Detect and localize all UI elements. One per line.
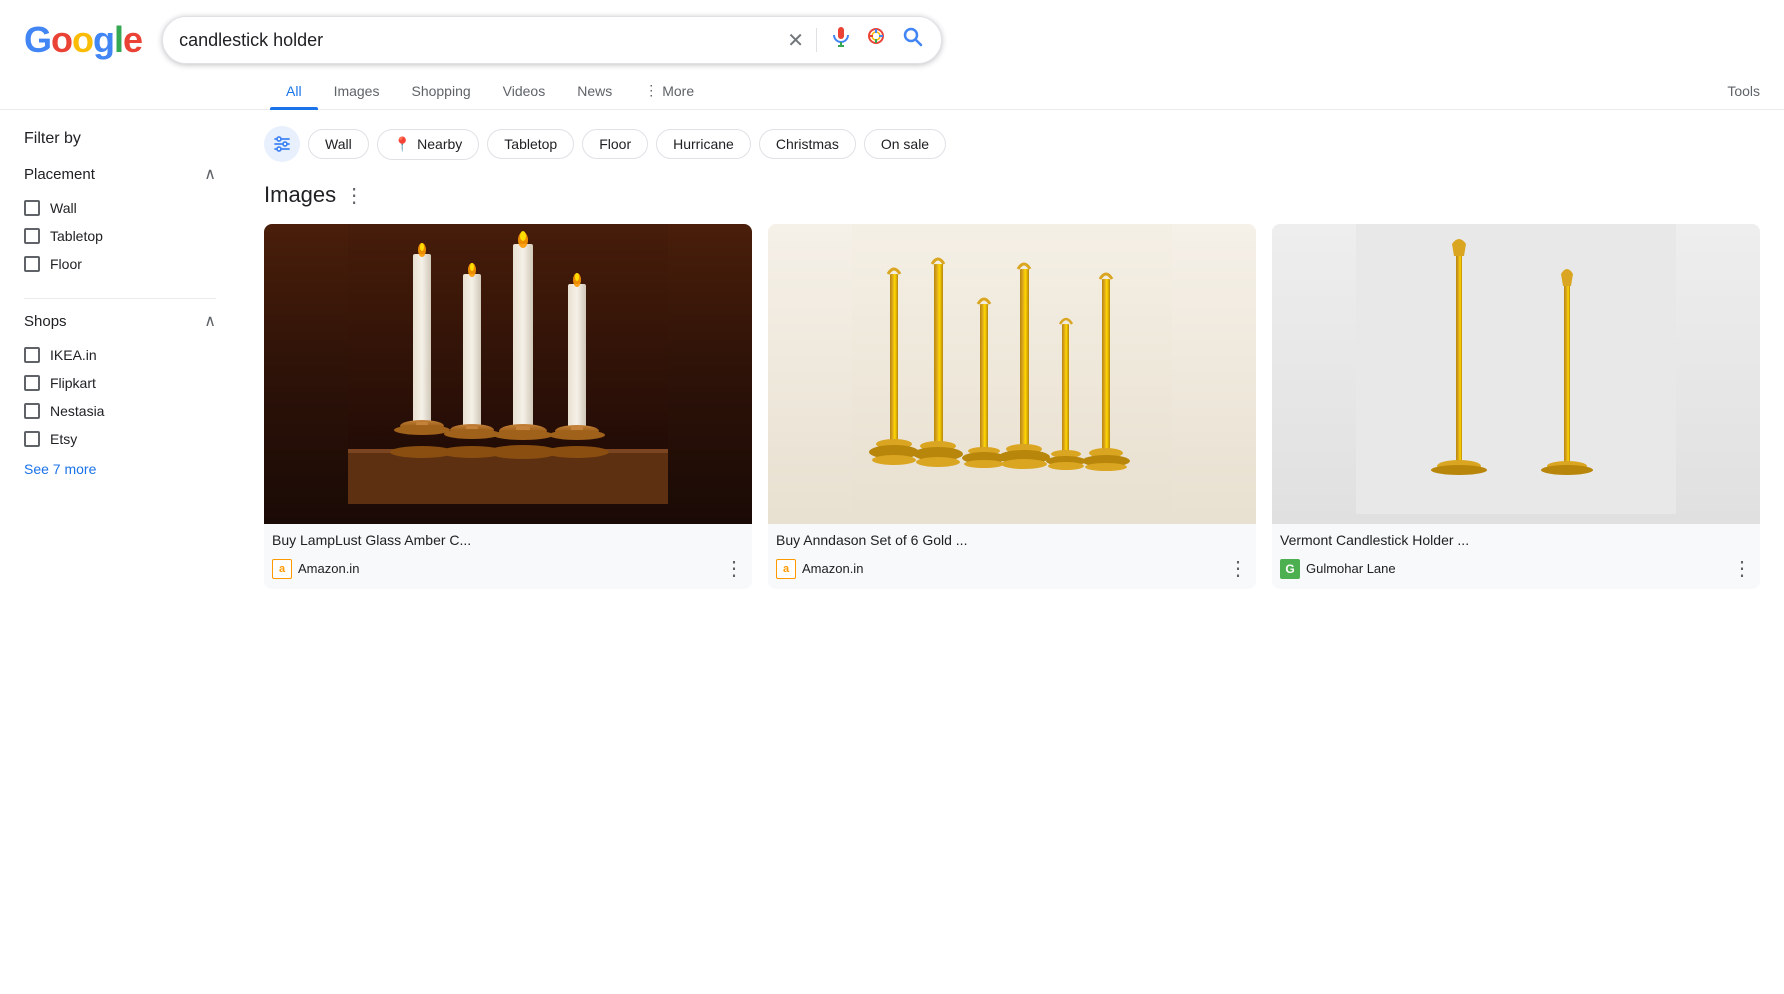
filter-flipkart[interactable]: Flipkart	[24, 369, 216, 397]
filter-floor[interactable]: Floor	[24, 250, 216, 278]
image-title-1: Buy LampLust Glass Amber C...	[264, 524, 752, 552]
placement-section: Placement ∧ Wall Tabletop Floor	[24, 164, 216, 278]
gulmohar-logo: G	[1280, 559, 1300, 579]
chip-wall[interactable]: Wall	[308, 129, 369, 159]
divider	[816, 28, 817, 52]
image-card-2[interactable]: Buy Anndason Set of 6 Gold ... a Amazon.…	[768, 224, 1256, 589]
wall-checkbox[interactable]	[24, 200, 40, 216]
source-info-1: a Amazon.in	[272, 559, 359, 579]
content: Wall 📍 Nearby Tabletop Floor Hurricane C…	[240, 110, 1784, 625]
image-3	[1272, 224, 1760, 524]
chip-hurricane[interactable]: Hurricane	[656, 129, 751, 159]
image-title-2: Buy Anndason Set of 6 Gold ...	[768, 524, 1256, 552]
image-card-3[interactable]: Vermont Candlestick Holder ... G Gulmoha…	[1272, 224, 1760, 589]
search-input[interactable]: candlestick holder	[179, 30, 779, 51]
tab-videos[interactable]: Videos	[487, 73, 562, 109]
images-section-header: Images ⋮	[264, 182, 1760, 208]
source-name-2: Amazon.in	[802, 561, 863, 576]
search-bar-icons: ✕	[787, 25, 925, 55]
header: Google candlestick holder ✕	[0, 0, 1784, 64]
chip-nearby[interactable]: 📍 Nearby	[377, 129, 480, 160]
image-card-1[interactable]: Buy LampLust Glass Amber C... a Amazon.i…	[264, 224, 752, 589]
filter-tabletop[interactable]: Tabletop	[24, 222, 216, 250]
main: Filter by Placement ∧ Wall Tabletop Floo…	[0, 110, 1784, 625]
tab-news[interactable]: News	[561, 73, 628, 109]
google-logo[interactable]: Google	[24, 19, 142, 61]
image-source-2: a Amazon.in ⋮	[768, 552, 1256, 589]
chip-on-sale[interactable]: On sale	[864, 129, 946, 159]
source-info-3: G Gulmohar Lane	[1280, 559, 1396, 579]
sidebar-divider	[24, 298, 216, 299]
tab-all[interactable]: All	[270, 73, 318, 109]
filter-adjust-icon[interactable]	[264, 126, 300, 162]
shops-section: Shops ∧ IKEA.in Flipkart Nestasia Etsy S…	[24, 311, 216, 477]
image-grid: Buy LampLust Glass Amber C... a Amazon.i…	[264, 224, 1760, 589]
source-info-2: a Amazon.in	[776, 559, 863, 579]
shops-header[interactable]: Shops ∧	[24, 311, 216, 331]
chip-floor[interactable]: Floor	[582, 129, 648, 159]
amazon-logo-1: a	[272, 559, 292, 579]
card-more-icon-1[interactable]: ⋮	[724, 556, 744, 581]
image-2	[768, 224, 1256, 524]
filter-wall[interactable]: Wall	[24, 194, 216, 222]
search-bar: candlestick holder ✕	[162, 16, 942, 64]
pin-icon: 📍	[394, 136, 411, 153]
chip-christmas[interactable]: Christmas	[759, 129, 856, 159]
tab-tools[interactable]: Tools	[1711, 73, 1784, 109]
filter-nestasia[interactable]: Nestasia	[24, 397, 216, 425]
nav-tabs: All Images Shopping Videos News ⋮ More T…	[0, 64, 1784, 110]
tab-images[interactable]: Images	[318, 73, 396, 109]
image-title-3: Vermont Candlestick Holder ...	[1272, 524, 1760, 552]
etsy-checkbox[interactable]	[24, 431, 40, 447]
section-more-icon[interactable]: ⋮	[344, 183, 364, 208]
tab-shopping[interactable]: Shopping	[395, 73, 486, 109]
clear-icon[interactable]: ✕	[787, 28, 804, 53]
card-more-icon-2[interactable]: ⋮	[1228, 556, 1248, 581]
more-dots-icon: ⋮	[644, 82, 658, 99]
amazon-logo-2: a	[776, 559, 796, 579]
tabletop-checkbox[interactable]	[24, 228, 40, 244]
filter-etsy[interactable]: Etsy	[24, 425, 216, 453]
filter-by-label: Filter by	[24, 130, 216, 148]
placement-chevron-icon: ∧	[204, 164, 216, 184]
shops-chevron-icon: ∧	[204, 311, 216, 331]
microphone-icon[interactable]	[829, 25, 853, 55]
nestasia-checkbox[interactable]	[24, 403, 40, 419]
placement-header[interactable]: Placement ∧	[24, 164, 216, 184]
image-1	[264, 224, 752, 524]
card-more-icon-3[interactable]: ⋮	[1732, 556, 1752, 581]
tab-more[interactable]: ⋮ More	[628, 72, 710, 109]
chip-tabletop[interactable]: Tabletop	[487, 129, 574, 159]
filter-ikea[interactable]: IKEA.in	[24, 341, 216, 369]
sidebar: Filter by Placement ∧ Wall Tabletop Floo…	[0, 110, 240, 625]
ikea-checkbox[interactable]	[24, 347, 40, 363]
floor-checkbox[interactable]	[24, 256, 40, 272]
lens-icon[interactable]	[865, 25, 889, 55]
see-more-shops-link[interactable]: See 7 more	[24, 461, 216, 477]
filter-chips: Wall 📍 Nearby Tabletop Floor Hurricane C…	[264, 126, 1760, 162]
images-section-title: Images	[264, 182, 336, 208]
flipkart-checkbox[interactable]	[24, 375, 40, 391]
search-button[interactable]	[901, 25, 925, 55]
image-source-1: a Amazon.in ⋮	[264, 552, 752, 589]
image-source-3: G Gulmohar Lane ⋮	[1272, 552, 1760, 589]
source-name-1: Amazon.in	[298, 561, 359, 576]
source-name-3: Gulmohar Lane	[1306, 561, 1396, 576]
